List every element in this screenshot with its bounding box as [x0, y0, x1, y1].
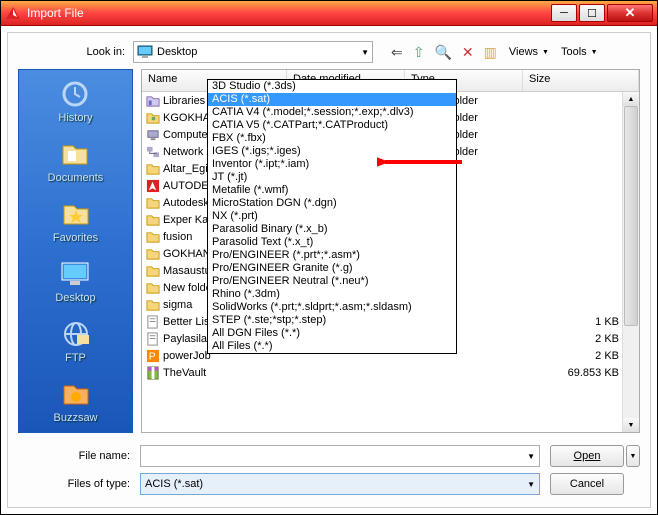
- file-list-pane: Name Date modified Type Size LibrariesSy…: [141, 69, 640, 433]
- scroll-thumb[interactable]: [624, 106, 638, 326]
- open-button[interactable]: Open: [550, 445, 624, 467]
- filetype-dropdown-list[interactable]: 3D Studio (*.3ds)ACIS (*.sat)CATIA V4 (*…: [207, 79, 457, 354]
- cancel-button[interactable]: Cancel: [550, 473, 624, 495]
- close-button[interactable]: ✕: [607, 4, 653, 22]
- views-menu[interactable]: Views: [509, 46, 538, 58]
- up-folder-icon[interactable]: ⇧: [413, 44, 425, 61]
- col-size[interactable]: Size: [523, 70, 639, 91]
- filetype-option[interactable]: NX (*.prt): [208, 210, 456, 223]
- window-title: Import File: [27, 6, 549, 20]
- scroll-down-icon[interactable]: ▼: [623, 418, 639, 432]
- sidebar-item-desktop[interactable]: Desktop: [55, 258, 95, 304]
- search-icon[interactable]: 🔍: [434, 44, 451, 61]
- title-bar: Import File ─ ☐ ✕: [1, 1, 657, 26]
- filetype-option[interactable]: Parasolid Binary (*.x_b): [208, 223, 456, 236]
- filetype-option[interactable]: MicroStation DGN (*.dgn): [208, 197, 456, 210]
- file-row[interactable]: TheVault69.853 KB: [142, 364, 639, 381]
- tools-menu[interactable]: Tools: [561, 46, 587, 58]
- filetype-option[interactable]: SolidWorks (*.prt;*.sldprt;*.asm;*.sldas…: [208, 301, 456, 314]
- scroll-up-icon[interactable]: ▲: [623, 92, 639, 106]
- filename-input[interactable]: ▼: [140, 445, 540, 467]
- filetype-option[interactable]: ACIS (*.sat): [208, 93, 456, 106]
- filetype-option[interactable]: Pro/ENGINEER (*.prt*;*.asm*): [208, 249, 456, 262]
- filetype-label: Files of type:: [18, 478, 140, 490]
- minimize-button[interactable]: ─: [551, 4, 577, 22]
- places-sidebar: History Documents Favorites Desktop FTP …: [18, 69, 133, 433]
- filetype-option[interactable]: Metafile (*.wmf): [208, 184, 456, 197]
- maximize-button[interactable]: ☐: [579, 4, 605, 22]
- filetype-option[interactable]: Rhino (*.3dm): [208, 288, 456, 301]
- filetype-combo[interactable]: ACIS (*.sat)▼: [140, 473, 540, 495]
- filetype-option[interactable]: FBX (*.fbx): [208, 132, 456, 145]
- sidebar-item-buzzsaw[interactable]: Buzzsaw: [53, 378, 97, 424]
- filetype-option[interactable]: Pro/ENGINEER Neutral (*.neu*): [208, 275, 456, 288]
- filetype-option[interactable]: All Files (*.*): [208, 340, 456, 353]
- filetype-option[interactable]: STEP (*.ste;*stp;*.step): [208, 314, 456, 327]
- filename-label: File name:: [18, 450, 140, 462]
- new-folder-icon[interactable]: ▥: [484, 44, 497, 61]
- open-button-dropdown[interactable]: ▼: [626, 445, 640, 467]
- filetype-option[interactable]: 3D Studio (*.3ds): [208, 80, 456, 93]
- chevron-down-icon: ▼: [361, 48, 369, 57]
- delete-icon[interactable]: ✕: [462, 44, 474, 61]
- sidebar-item-history[interactable]: History: [58, 78, 92, 124]
- sidebar-item-favorites[interactable]: Favorites: [53, 198, 98, 244]
- filetype-option[interactable]: All DGN Files (*.*): [208, 327, 456, 340]
- scrollbar[interactable]: ▲ ▼: [622, 92, 639, 432]
- filetype-option[interactable]: CATIA V5 (*.CATPart;*.CATProduct): [208, 119, 456, 132]
- svg-text:P: P: [149, 351, 156, 362]
- filetype-option[interactable]: CATIA V4 (*.model;*.session;*.exp;*.dlv3…: [208, 106, 456, 119]
- look-in-combo[interactable]: Desktop ▼: [133, 41, 373, 63]
- annotation-arrow: [377, 150, 467, 178]
- sidebar-item-ftp[interactable]: FTP: [60, 318, 92, 364]
- app-icon: [5, 5, 21, 21]
- sidebar-item-documents[interactable]: Documents: [48, 138, 104, 184]
- filetype-option[interactable]: Parasolid Text (*.x_t): [208, 236, 456, 249]
- filetype-option[interactable]: Pro/ENGINEER Granite (*.g): [208, 262, 456, 275]
- desktop-icon: [137, 44, 153, 60]
- look-in-value: Desktop: [157, 46, 197, 58]
- back-icon[interactable]: ⇐: [391, 44, 403, 61]
- look-in-label: Look in:: [18, 46, 133, 58]
